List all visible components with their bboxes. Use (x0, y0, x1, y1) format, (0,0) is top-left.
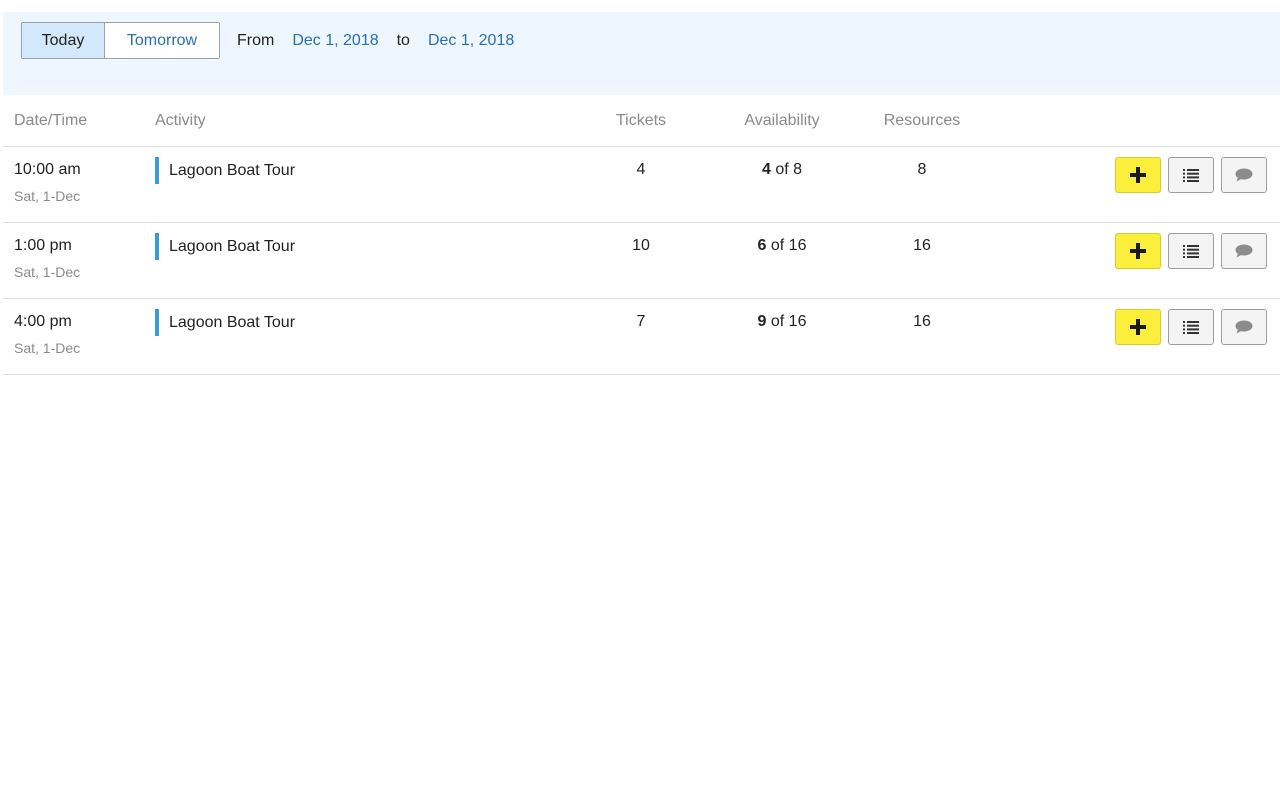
activity-name: Lagoon Boat Tour (169, 237, 296, 255)
date-filter-bar: Today Tomorrow From Dec 1, 2018 to Dec 1… (3, 12, 1280, 95)
from-label: From (237, 31, 275, 49)
notes-button[interactable] (1221, 233, 1267, 269)
row-actions (1115, 309, 1274, 345)
activity-name: Lagoon Boat Tour (169, 313, 296, 331)
list-icon (1183, 244, 1199, 258)
add-booking-button[interactable] (1115, 233, 1161, 269)
date-range: From Dec 1, 2018 to Dec 1, 2018 (237, 22, 514, 59)
row-time: 1:00 pm (14, 237, 72, 254)
row-resources: 16 (913, 313, 931, 330)
activity-color-bar (155, 233, 159, 260)
row-tickets: 7 (636, 313, 646, 330)
plus-icon (1130, 319, 1146, 335)
row-tickets: 10 (632, 237, 650, 254)
row-day: Sat, 1-Dec (14, 264, 81, 280)
row-time: 10:00 am (14, 161, 81, 178)
row-tickets: 4 (636, 161, 646, 178)
row-resources: 8 (917, 161, 927, 178)
notes-button[interactable] (1221, 157, 1267, 193)
add-booking-button[interactable] (1115, 157, 1161, 193)
row-availability: 6 of 16 (722, 237, 842, 255)
row-resources: 16 (913, 237, 931, 254)
header-resources: Resources (883, 111, 961, 129)
plus-icon (1130, 243, 1146, 259)
notes-button[interactable] (1221, 309, 1267, 345)
header-tickets: Tickets (615, 111, 667, 129)
comment-icon (1235, 244, 1253, 258)
comment-icon (1235, 320, 1253, 334)
activity-color-bar (155, 309, 159, 336)
list-icon (1183, 320, 1199, 334)
bookings-view: Today Tomorrow From Dec 1, 2018 to Dec 1… (3, 12, 1280, 375)
list-icon (1183, 168, 1199, 182)
header-availability: Availability (744, 111, 820, 129)
plus-icon (1130, 167, 1146, 183)
row-actions (1115, 157, 1274, 193)
availability-total: of 16 (766, 237, 807, 254)
row-availability: 9 of 16 (722, 313, 842, 331)
row-activity[interactable]: Lagoon Boat Tour (155, 309, 295, 336)
header-datetime: Date/Time (14, 111, 88, 129)
to-date-link[interactable]: Dec 1, 2018 (428, 32, 514, 50)
activity-name: Lagoon Boat Tour (169, 161, 296, 179)
tomorrow-button[interactable]: Tomorrow (105, 23, 219, 58)
day-toggle: Today Tomorrow (21, 22, 220, 59)
today-button[interactable]: Today (22, 23, 105, 58)
comment-icon (1235, 168, 1253, 182)
table-row[interactable]: 1:00 pm Sat, 1-Dec Lagoon Boat Tour 10 6… (3, 223, 1280, 299)
from-date-link[interactable]: Dec 1, 2018 (292, 32, 378, 50)
row-actions (1115, 233, 1274, 269)
add-booking-button[interactable] (1115, 309, 1161, 345)
manifest-button[interactable] (1168, 157, 1214, 193)
table-row[interactable]: 10:00 am Sat, 1-Dec Lagoon Boat Tour 4 4… (3, 147, 1280, 223)
row-activity[interactable]: Lagoon Boat Tour (155, 233, 295, 260)
row-availability: 4 of 8 (722, 161, 842, 179)
availability-count: 4 (761, 161, 771, 178)
row-activity[interactable]: Lagoon Boat Tour (155, 157, 295, 184)
row-day: Sat, 1-Dec (14, 340, 81, 356)
row-time: 4:00 pm (14, 313, 72, 330)
table-header: Date/Time Activity Tickets Availability … (3, 95, 1280, 147)
manifest-button[interactable] (1168, 233, 1214, 269)
availability-total: of 16 (766, 313, 807, 330)
availability-total: of 8 (770, 161, 803, 178)
table-row[interactable]: 4:00 pm Sat, 1-Dec Lagoon Boat Tour 7 9 … (3, 299, 1280, 375)
row-day: Sat, 1-Dec (14, 188, 81, 204)
activity-color-bar (155, 157, 159, 184)
header-activity: Activity (155, 111, 206, 129)
manifest-button[interactable] (1168, 309, 1214, 345)
to-label: to (396, 31, 410, 49)
